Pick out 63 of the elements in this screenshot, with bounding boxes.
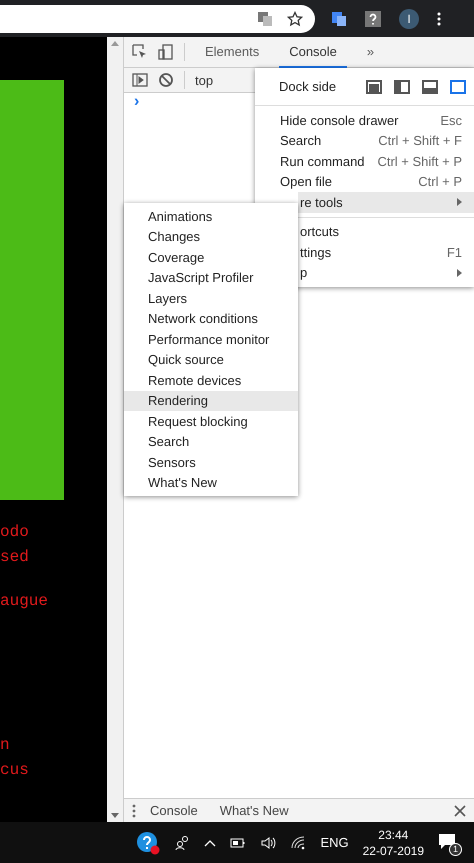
submenu-item[interactable]: Request blocking	[124, 411, 298, 432]
clock[interactable]: 23:44 22-07-2019	[362, 826, 424, 858]
submenu-item[interactable]: What's New	[124, 472, 298, 493]
submenu-item[interactable]: Animations	[124, 206, 298, 226]
menu-item[interactable]: Open file Ctrl + P	[255, 172, 474, 192]
drawer-tab[interactable]: What's New	[212, 803, 297, 818]
submenu-item[interactable]: Search	[124, 432, 298, 452]
dock-button[interactable]	[450, 80, 466, 94]
console-prompt: ›	[134, 93, 140, 110]
context-selector[interactable]: top	[195, 72, 214, 88]
sidebar-icon[interactable]	[132, 72, 148, 88]
dock-button[interactable]	[394, 80, 410, 94]
scroll-down-icon[interactable]	[111, 813, 119, 818]
more-icon[interactable]	[132, 802, 136, 818]
page-text: cus	[0, 760, 30, 780]
volume-icon[interactable]	[260, 834, 276, 850]
submenu-item[interactable]: Remote devices	[124, 370, 298, 390]
page-text: sed	[0, 546, 30, 568]
dock-side-label: Dock side	[279, 79, 338, 94]
dock-button[interactable]	[366, 80, 382, 94]
translate-icon[interactable]	[257, 10, 273, 26]
people-icon[interactable]	[174, 834, 190, 850]
dock-button[interactable]	[422, 80, 438, 94]
address-bar[interactable]	[0, 4, 315, 32]
submenu-item[interactable]: Layers	[124, 288, 298, 308]
submenu-item[interactable]: Sensors	[124, 452, 298, 472]
more-tabs-button[interactable]: »	[356, 36, 384, 68]
battery-icon[interactable]	[230, 838, 246, 848]
scrollbar[interactable]	[107, 37, 123, 822]
menu-item[interactable]: p	[298, 262, 474, 283]
submenu-item[interactable]: Quick source	[124, 350, 298, 370]
language-indicator[interactable]: ENG	[320, 835, 349, 850]
submenu-item[interactable]: JavaScript Profiler	[124, 268, 298, 288]
close-icon[interactable]	[454, 804, 466, 816]
page-text: augue	[0, 591, 50, 612]
menu-item[interactable]: ttings F1	[298, 242, 474, 262]
page-text: odo	[0, 522, 30, 543]
inspect-icon[interactable]	[132, 44, 148, 60]
device-toolbar-icon[interactable]	[158, 44, 174, 60]
wifi-icon[interactable]	[290, 834, 306, 850]
notification-icon[interactable]	[438, 832, 456, 850]
submenu-item[interactable]: Rendering	[124, 390, 298, 411]
drawer-tab[interactable]: Console	[142, 803, 206, 818]
panel-tab[interactable]: Elements	[195, 36, 270, 68]
menu-item[interactable]: Run command Ctrl + Shift + P	[255, 151, 474, 172]
menu-item[interactable]: Hide console drawer Esc	[255, 110, 474, 130]
star-icon[interactable]	[287, 10, 303, 26]
chevron-up-icon[interactable]	[204, 838, 216, 846]
page-text: n	[0, 735, 11, 756]
menu-item[interactable]: Search Ctrl + Shift + F	[255, 130, 474, 151]
help-icon[interactable]	[136, 830, 160, 854]
profile-avatar[interactable]: I	[399, 8, 419, 28]
menu-icon[interactable]	[437, 10, 441, 26]
menu-item[interactable]: ortcuts	[298, 222, 474, 242]
notification-badge: 1	[449, 842, 462, 856]
clear-icon[interactable]	[158, 72, 174, 88]
submenu-item[interactable]: Performance monitor	[124, 329, 298, 350]
submenu-item[interactable]: Network conditions	[124, 308, 298, 329]
menu-item[interactable]: re tools	[298, 192, 474, 212]
submenu-item[interactable]: Coverage	[124, 247, 298, 268]
translate-extension-icon[interactable]	[331, 10, 347, 26]
submenu-item[interactable]: Changes	[124, 226, 298, 247]
help-icon[interactable]	[365, 10, 381, 26]
